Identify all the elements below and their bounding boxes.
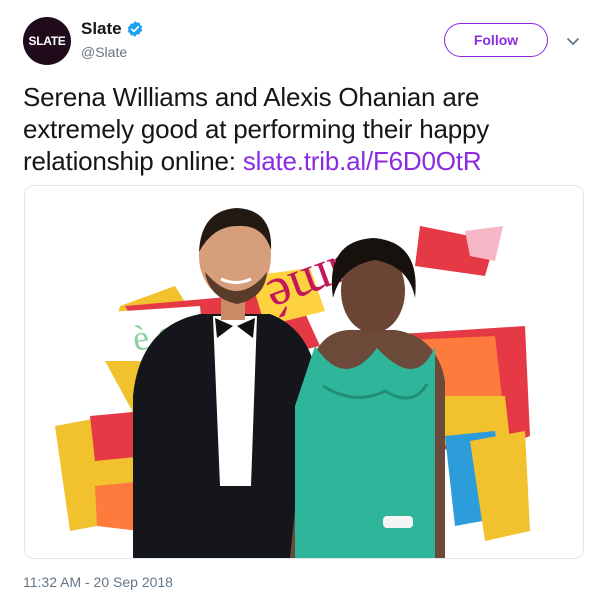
tweet-link[interactable]: slate.trib.al/F6D0OtR [243, 146, 482, 176]
avatar[interactable]: SLATE [23, 17, 71, 65]
tweet-card: SLATE Slate @Slate Follow Serena William… [0, 0, 605, 601]
media-photo[interactable]: è que Sumé [24, 185, 584, 559]
photo-illustration: è que Sumé [25, 186, 583, 558]
display-name[interactable]: Slate [81, 19, 122, 39]
chevron-down-icon[interactable] [566, 34, 580, 46]
follow-button[interactable]: Follow [444, 23, 548, 57]
tweet-text: Serena Williams and Alexis Ohanian are e… [23, 81, 583, 177]
account-name-row: Slate [81, 19, 144, 39]
timestamp[interactable]: 11:32 AM - 20 Sep 2018 [23, 574, 173, 590]
account-handle[interactable]: @Slate [81, 44, 127, 60]
avatar-logo-text: SLATE [28, 34, 66, 48]
verified-badge-icon [126, 20, 144, 38]
